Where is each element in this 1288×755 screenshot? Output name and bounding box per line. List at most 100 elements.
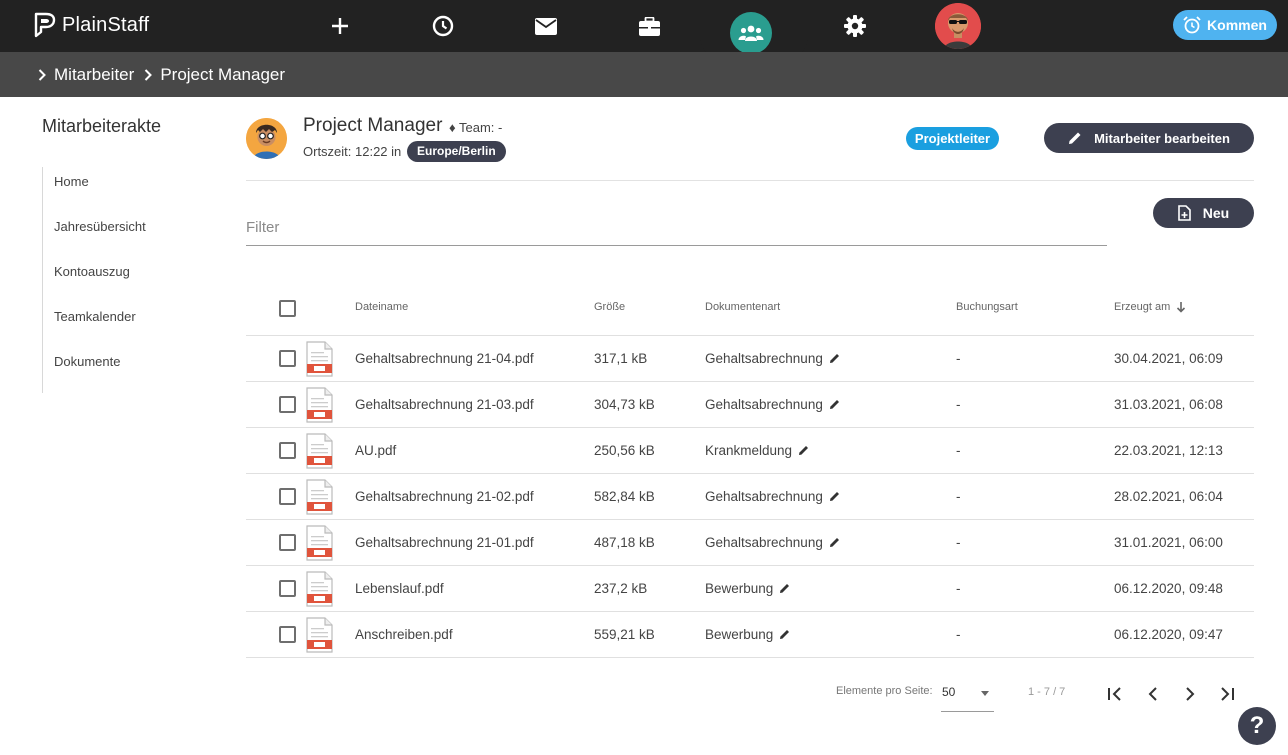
- chevron-right-icon: [145, 68, 153, 81]
- documents-table: Dateiname Größe Dokumentenart Buchungsar…: [246, 282, 1254, 658]
- row-checkbox[interactable]: [279, 580, 296, 597]
- edit-employee-label: Mitarbeiter bearbeiten: [1094, 130, 1230, 146]
- table-row[interactable]: Gehaltsabrechnung 21-02.pdf 582,84 kB Ge…: [246, 474, 1254, 520]
- previous-page-button[interactable]: [1135, 676, 1171, 712]
- sidebar-item-home[interactable]: Home: [43, 167, 192, 212]
- size-cell: 304,73 kB: [594, 397, 655, 412]
- nav-jobs-button[interactable]: [637, 14, 661, 38]
- plus-icon: [332, 18, 348, 34]
- doctype-cell: Gehaltsabrechnung: [705, 397, 840, 412]
- booking-type-cell: -: [956, 351, 961, 366]
- breadcrumb-label: Project Manager: [160, 64, 286, 84]
- edit-doctype-icon[interactable]: [829, 537, 840, 548]
- table-row[interactable]: Gehaltsabrechnung 21-01.pdf 487,18 kB Ge…: [246, 520, 1254, 566]
- sidebar-item-documents[interactable]: Dokumente: [43, 347, 192, 392]
- edit-doctype-icon[interactable]: [779, 629, 790, 640]
- sidebar-item-annual-overview[interactable]: Jahresübersicht: [43, 212, 192, 257]
- nav-settings-button[interactable]: [843, 14, 867, 38]
- column-header-created[interactable]: Erzeugt am: [1114, 301, 1186, 313]
- column-header-filename[interactable]: Dateiname: [355, 301, 408, 313]
- table-body: Gehaltsabrechnung 21-04.pdf 317,1 kB Geh…: [246, 336, 1254, 658]
- pdf-file-icon: [306, 387, 333, 423]
- column-header-doctype[interactable]: Dokumentenart: [705, 301, 780, 313]
- briefcase-icon: [638, 16, 660, 36]
- created-cell: 06.12.2020, 09:48: [1114, 581, 1223, 596]
- plainstaff-logo-icon: [34, 12, 56, 38]
- nav-team-button[interactable]: [730, 12, 772, 54]
- breadcrumb-item-current[interactable]: Project Manager: [144, 65, 285, 85]
- caret-down-icon: [981, 691, 989, 696]
- last-page-button[interactable]: [1209, 676, 1245, 712]
- edit-doctype-icon[interactable]: [798, 445, 809, 456]
- row-checkbox[interactable]: [279, 488, 296, 505]
- edit-doctype-icon[interactable]: [829, 491, 840, 502]
- items-per-page-select[interactable]: 50: [941, 680, 994, 712]
- column-header-label: Größe: [594, 301, 626, 313]
- row-checkbox[interactable]: [279, 350, 296, 367]
- row-checkbox[interactable]: [279, 442, 296, 459]
- kommen-button[interactable]: Kommen: [1173, 10, 1277, 40]
- new-document-button[interactable]: Neu: [1153, 198, 1254, 228]
- doctype-cell: Gehaltsabrechnung: [705, 489, 840, 504]
- column-header-size[interactable]: Größe: [594, 301, 625, 313]
- edit-doctype-icon[interactable]: [779, 583, 790, 594]
- table-row[interactable]: Gehaltsabrechnung 21-04.pdf 317,1 kB Geh…: [246, 336, 1254, 382]
- first-page-icon: [1108, 687, 1121, 701]
- size-cell: 250,56 kB: [594, 443, 655, 458]
- nav-mail-button[interactable]: [534, 14, 558, 38]
- booking-type-cell: -: [956, 535, 961, 550]
- column-header-label: Dateiname: [355, 301, 409, 313]
- doctype-label: Gehaltsabrechnung: [705, 351, 823, 366]
- sidebar-title: Mitarbeiterakte: [42, 116, 162, 136]
- row-checkbox[interactable]: [279, 396, 296, 413]
- select-all-checkbox[interactable]: [279, 300, 296, 317]
- first-page-button[interactable]: [1097, 676, 1133, 712]
- filter-input[interactable]: [246, 210, 1107, 246]
- app-logo[interactable]: PlainStaff: [34, 12, 149, 38]
- filename-cell[interactable]: Gehaltsabrechnung 21-01.pdf: [355, 535, 534, 550]
- edit-doctype-icon[interactable]: [829, 399, 840, 410]
- page-range: 1 - 7 / 7: [1028, 686, 1066, 698]
- doctype-label: Bewerbung: [705, 581, 774, 596]
- doctype-label: Gehaltsabrechnung: [705, 535, 823, 550]
- sort-descending-icon: [1177, 302, 1186, 313]
- breadcrumb-label: Mitarbeiter: [54, 64, 135, 84]
- table-row[interactable]: Lebenslauf.pdf 237,2 kB Bewerbung - 06.1…: [246, 566, 1254, 612]
- filename-cell[interactable]: AU.pdf: [355, 443, 396, 458]
- created-cell: 30.04.2021, 06:09: [1114, 351, 1223, 366]
- app-name: PlainStaff: [62, 13, 150, 36]
- help-button[interactable]: ?: [1238, 707, 1276, 745]
- created-cell: 31.01.2021, 06:00: [1114, 535, 1223, 550]
- timezone-badge: Europe/Berlin: [407, 141, 506, 162]
- breadcrumb-item-employees[interactable]: Mitarbeiter: [38, 65, 134, 85]
- kommen-label: Kommen: [1207, 17, 1267, 33]
- doctype-label: Gehaltsabrechnung: [705, 397, 823, 412]
- size-cell: 582,84 kB: [594, 489, 655, 504]
- user-avatar-icon: [935, 3, 981, 49]
- items-per-page-label: Elemente pro Seite:: [836, 685, 933, 697]
- nav-time-button[interactable]: [431, 14, 455, 38]
- edit-employee-button[interactable]: Mitarbeiter bearbeiten: [1044, 123, 1254, 153]
- sidebar-item-team-calendar[interactable]: Teamkalender: [43, 302, 192, 347]
- booking-type-cell: -: [956, 443, 961, 458]
- doctype-label: Krankmeldung: [705, 443, 793, 458]
- pdf-file-icon: [306, 341, 333, 377]
- employee-avatar-icon: [246, 118, 287, 159]
- row-checkbox[interactable]: [279, 534, 296, 551]
- filename-cell[interactable]: Gehaltsabrechnung 21-02.pdf: [355, 489, 534, 504]
- pdf-file-icon: [306, 571, 333, 607]
- table-row[interactable]: Gehaltsabrechnung 21-03.pdf 304,73 kB Ge…: [246, 382, 1254, 428]
- filename-cell[interactable]: Lebenslauf.pdf: [355, 581, 444, 596]
- row-checkbox[interactable]: [279, 626, 296, 643]
- next-page-button[interactable]: [1172, 676, 1208, 712]
- table-row[interactable]: AU.pdf 250,56 kB Krankmeldung - 22.03.20…: [246, 428, 1254, 474]
- nav-add-button[interactable]: [328, 14, 352, 38]
- filename-cell[interactable]: Anschreiben.pdf: [355, 627, 453, 642]
- table-row[interactable]: Anschreiben.pdf 559,21 kB Bewerbung - 06…: [246, 612, 1254, 658]
- edit-doctype-icon[interactable]: [829, 353, 840, 364]
- column-header-booking-type[interactable]: Buchungsart: [956, 301, 1018, 313]
- filename-cell[interactable]: Gehaltsabrechnung 21-04.pdf: [355, 351, 534, 366]
- filename-cell[interactable]: Gehaltsabrechnung 21-03.pdf: [355, 397, 534, 412]
- user-avatar[interactable]: [935, 3, 981, 49]
- sidebar-item-account-statement[interactable]: Kontoauszug: [43, 257, 192, 302]
